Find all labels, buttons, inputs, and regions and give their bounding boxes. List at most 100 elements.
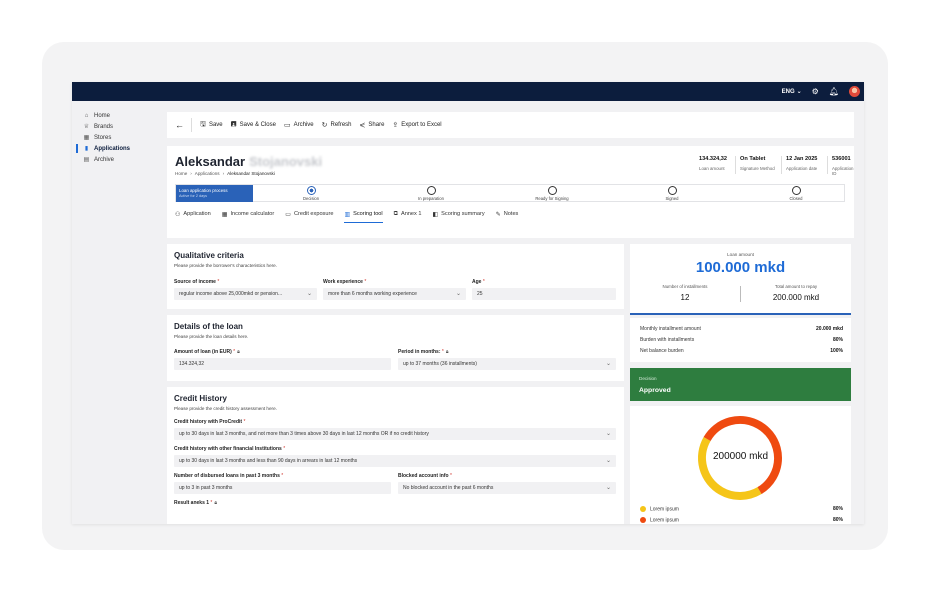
meta-label: Loan amount	[699, 166, 725, 171]
avatar[interactable]	[849, 86, 860, 97]
loan-amount-input[interactable]: 134.324,32	[174, 358, 391, 370]
sidebar-item-brands[interactable]: ♕ Brands	[72, 121, 155, 132]
meta-label: Application ID	[832, 166, 854, 176]
loan-details-card: Details of the loan Please provide the l…	[167, 315, 624, 381]
tab-label: Annex 1	[400, 211, 422, 217]
field-label: Work experience *	[323, 279, 366, 285]
procredit-history-select[interactable]: up to 30 days in last 3 months, and not …	[174, 428, 616, 440]
step-circle-icon	[426, 186, 436, 195]
folder-icon: ▭	[285, 211, 291, 218]
field-label: Credit history with other financial Inst…	[174, 446, 285, 452]
breadcrumb-home[interactable]: Home	[175, 171, 187, 176]
tab-scoring-tool[interactable]: ▥ Scoring tool	[344, 208, 383, 223]
step-closed[interactable]: Closed	[756, 186, 836, 201]
lock-icon: 🔒︎	[237, 349, 240, 355]
person-icon: ⚇	[175, 211, 181, 218]
tab-income-calculator[interactable]: ▦ Income calculator	[222, 208, 275, 220]
age-input[interactable]: 25	[472, 288, 616, 300]
back-arrow-icon[interactable]: ←	[175, 120, 184, 130]
gear-icon[interactable]: ⚙	[812, 87, 819, 96]
legend-value: 80%	[832, 517, 843, 524]
tab-scoring-summary[interactable]: ◧ Scoring summary	[433, 208, 485, 220]
sidebar-item-archive[interactable]: ▤ Archive	[72, 154, 155, 165]
decision-banner: Decision Approved	[630, 368, 851, 401]
tab-label: Scoring tool	[353, 211, 383, 217]
meta-application-date: 12 Jan 2025 Application date	[786, 156, 817, 171]
lock-icon: 🔒︎	[445, 349, 449, 355]
field-label: Result aneks 1 * 🔒︎	[174, 500, 217, 506]
source-of-income-select[interactable]: regular income above 25,000mkd or pensio…	[174, 288, 317, 300]
language-selector[interactable]: ENG ⌄	[782, 88, 802, 96]
step-label: Closed	[789, 196, 803, 201]
step-ready-for-signing[interactable]: Ready for Signing	[512, 186, 592, 201]
meta-application-id: 536001 Application ID	[832, 156, 854, 176]
field-label: Amount of loan (in EUR) * 🔒︎	[174, 349, 240, 355]
sidebar-item-applications[interactable]: ▮ Applications	[72, 143, 155, 154]
refresh-button[interactable]: ↻ Refresh	[322, 121, 352, 129]
required-marker: *	[243, 419, 246, 425]
toolbar-divider	[191, 118, 192, 132]
refresh-label: Refresh	[330, 122, 352, 128]
save-close-label: Save & Close	[239, 122, 276, 128]
select-value: up to 30 days in last 3 months and less …	[179, 458, 358, 464]
input-value: 134.324,32	[179, 361, 205, 367]
stat-value: 200.000 mkd	[772, 293, 820, 302]
brand-icon: ♕	[83, 124, 90, 130]
section-subtitle: Please provide the loan details here.	[174, 334, 249, 339]
meta-value: 12 Jan 2025	[786, 156, 818, 162]
meta-divider	[735, 156, 736, 174]
tab-annex-1[interactable]: ⧉ Annex 1	[394, 208, 422, 220]
tab-application[interactable]: ⚇ Application	[175, 208, 211, 220]
disbursed-loans-input[interactable]: up to 3 in past 3 months	[174, 482, 391, 494]
input-value: up to 3 in past 3 months	[179, 485, 233, 491]
tab-credit-exposure[interactable]: ▭ Credit exposure	[285, 208, 333, 220]
step-current-icon	[306, 186, 316, 195]
donut-card: 200000 mkd Lorem ipsum 80% Lorem ipsum 80%	[630, 406, 851, 524]
step-decision[interactable]: Decision	[271, 186, 351, 201]
tab-notes[interactable]: ✎ Notes	[496, 208, 519, 220]
meta-value: 536001	[832, 156, 851, 162]
bell-icon[interactable]: 🔔︎	[829, 87, 839, 96]
save-close-button[interactable]: 🖪 Save & Close	[231, 120, 276, 131]
work-experience-select[interactable]: more than 6 months working experience ⌄	[323, 288, 466, 300]
step-in-preparation[interactable]: In preparation	[391, 186, 471, 201]
meta-label: Signature Method	[740, 166, 775, 171]
export-button[interactable]: ⇪ Export to Excel	[392, 121, 441, 129]
installments-stat: Number of installments 12	[630, 284, 740, 302]
chevron-down-icon: ⌄	[605, 431, 611, 437]
section-subtitle: Please provide the credit history assess…	[174, 406, 277, 411]
legend-dot	[640, 506, 646, 512]
row-value: 20.000 mkd	[816, 326, 843, 332]
share-button[interactable]: ⋞ Share	[360, 121, 385, 129]
stat-label: Number of installments	[662, 284, 708, 289]
last-name-blurred: Stojanovski	[249, 154, 323, 169]
other-institutions-select[interactable]: up to 30 days in last 3 months and less …	[174, 455, 616, 467]
sidebar-item-home[interactable]: ⌂ Home	[72, 110, 155, 121]
sidebar: ⌂ Home ♕ Brands ▦ Stores ▮ Applications ▤ Arc…	[72, 101, 155, 524]
summary-row: Monthly installment amount 20.000 mkd	[640, 326, 843, 332]
label-text: Credit history with ProCredit	[174, 419, 243, 425]
archive-button[interactable]: ▭ Archive	[284, 121, 314, 129]
sidebar-item-stores[interactable]: ▦ Stores	[72, 132, 155, 143]
label-text: Period in months:	[398, 349, 441, 355]
breadcrumb-applications[interactable]: Applications	[195, 171, 220, 176]
input-value: 25	[477, 291, 483, 297]
tab-bar: ⚇ Application ▦ Income calculator ▭ Credit …	[175, 208, 519, 223]
blocked-account-select[interactable]: No blocked account in the past 6 months ⌄	[398, 482, 616, 494]
lock-icon: 🔒︎	[214, 500, 218, 506]
chevron-down-icon: ⌄	[605, 458, 611, 464]
period-select[interactable]: up to 37 months (36 installments) ⌄	[398, 358, 616, 370]
select-value: regular income above 25,000mkd or pensio…	[179, 291, 283, 297]
label-text: Result aneks 1	[174, 500, 210, 506]
field-label: Credit history with ProCredit *	[174, 419, 245, 425]
step-signed[interactable]: Signed	[632, 186, 712, 201]
archive-icon: ▭	[283, 122, 291, 129]
copy-icon: ⧉	[393, 210, 398, 217]
required-marker: *	[449, 473, 452, 479]
save-button[interactable]: 🖫 Save	[200, 120, 223, 131]
note-icon: ✎	[495, 211, 501, 218]
label-text: Credit history with other financial Inst…	[174, 446, 282, 452]
refresh-icon: ↻	[321, 122, 328, 129]
meta-signature-method: On Tablet Signature Method	[740, 156, 775, 171]
legend-label: Lorem ipsum	[650, 506, 679, 513]
